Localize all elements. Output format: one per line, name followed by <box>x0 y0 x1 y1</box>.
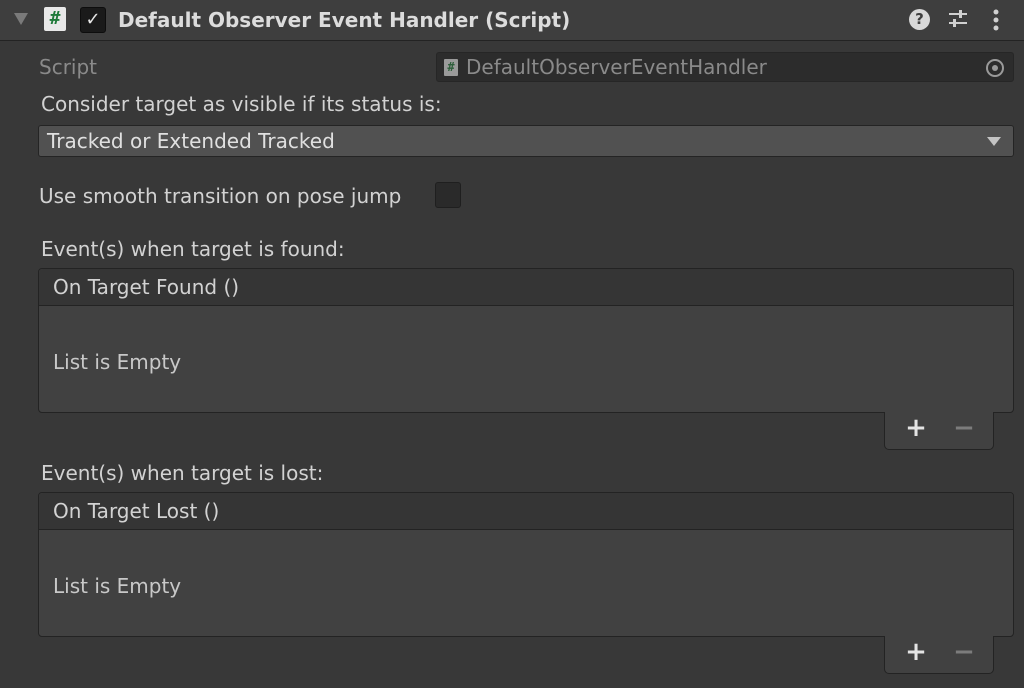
found-list-footer: + − <box>884 412 994 450</box>
script-icon: # <box>44 7 66 31</box>
checkmark-icon: ✓ <box>85 9 101 30</box>
script-label: Script <box>39 55 98 79</box>
minus-icon[interactable]: − <box>952 415 976 441</box>
lost-list-footer: + − <box>884 636 994 674</box>
object-picker-icon[interactable] <box>986 59 1004 77</box>
dropdown-arrow-icon <box>987 137 1001 146</box>
on-target-lost-header: On Target Lost () <box>39 493 1013 530</box>
found-events-label: Event(s) when target is found: <box>41 237 345 261</box>
script-field-value: DefaultObserverEventHandler <box>466 55 767 79</box>
preset-icon[interactable] <box>947 8 969 30</box>
on-target-lost-title: On Target Lost () <box>53 499 220 523</box>
found-list-empty-text: List is Empty <box>53 350 182 374</box>
context-menu-icon[interactable] <box>986 8 1006 32</box>
on-target-found-header: On Target Found () <box>39 269 1013 306</box>
status-dropdown[interactable]: Tracked or Extended Tracked <box>38 125 1014 157</box>
smooth-transition-checkbox[interactable] <box>435 182 461 208</box>
on-target-found-list: On Target Found () List is Empty <box>38 268 1014 413</box>
minus-icon[interactable]: − <box>952 639 976 665</box>
on-target-found-title: On Target Found () <box>53 275 240 299</box>
script-icon: # <box>444 59 458 76</box>
lost-list-empty-text: List is Empty <box>53 574 182 598</box>
smooth-transition-label: Use smooth transition on pose jump <box>39 184 402 208</box>
component-enabled-checkbox[interactable]: ✓ <box>80 7 106 33</box>
on-target-lost-list: On Target Lost () List is Empty <box>38 492 1014 637</box>
status-label: Consider target as visible if its status… <box>41 92 442 116</box>
status-dropdown-value: Tracked or Extended Tracked <box>47 129 335 153</box>
lost-events-label: Event(s) when target is lost: <box>41 461 324 485</box>
script-object-field[interactable]: # DefaultObserverEventHandler <box>436 52 1014 82</box>
component-title: Default Observer Event Handler (Script) <box>118 8 571 32</box>
plus-icon[interactable]: + <box>904 639 928 665</box>
plus-icon[interactable]: + <box>904 415 928 441</box>
help-icon[interactable]: ? <box>909 9 930 30</box>
fold-arrow-icon[interactable] <box>14 13 28 25</box>
